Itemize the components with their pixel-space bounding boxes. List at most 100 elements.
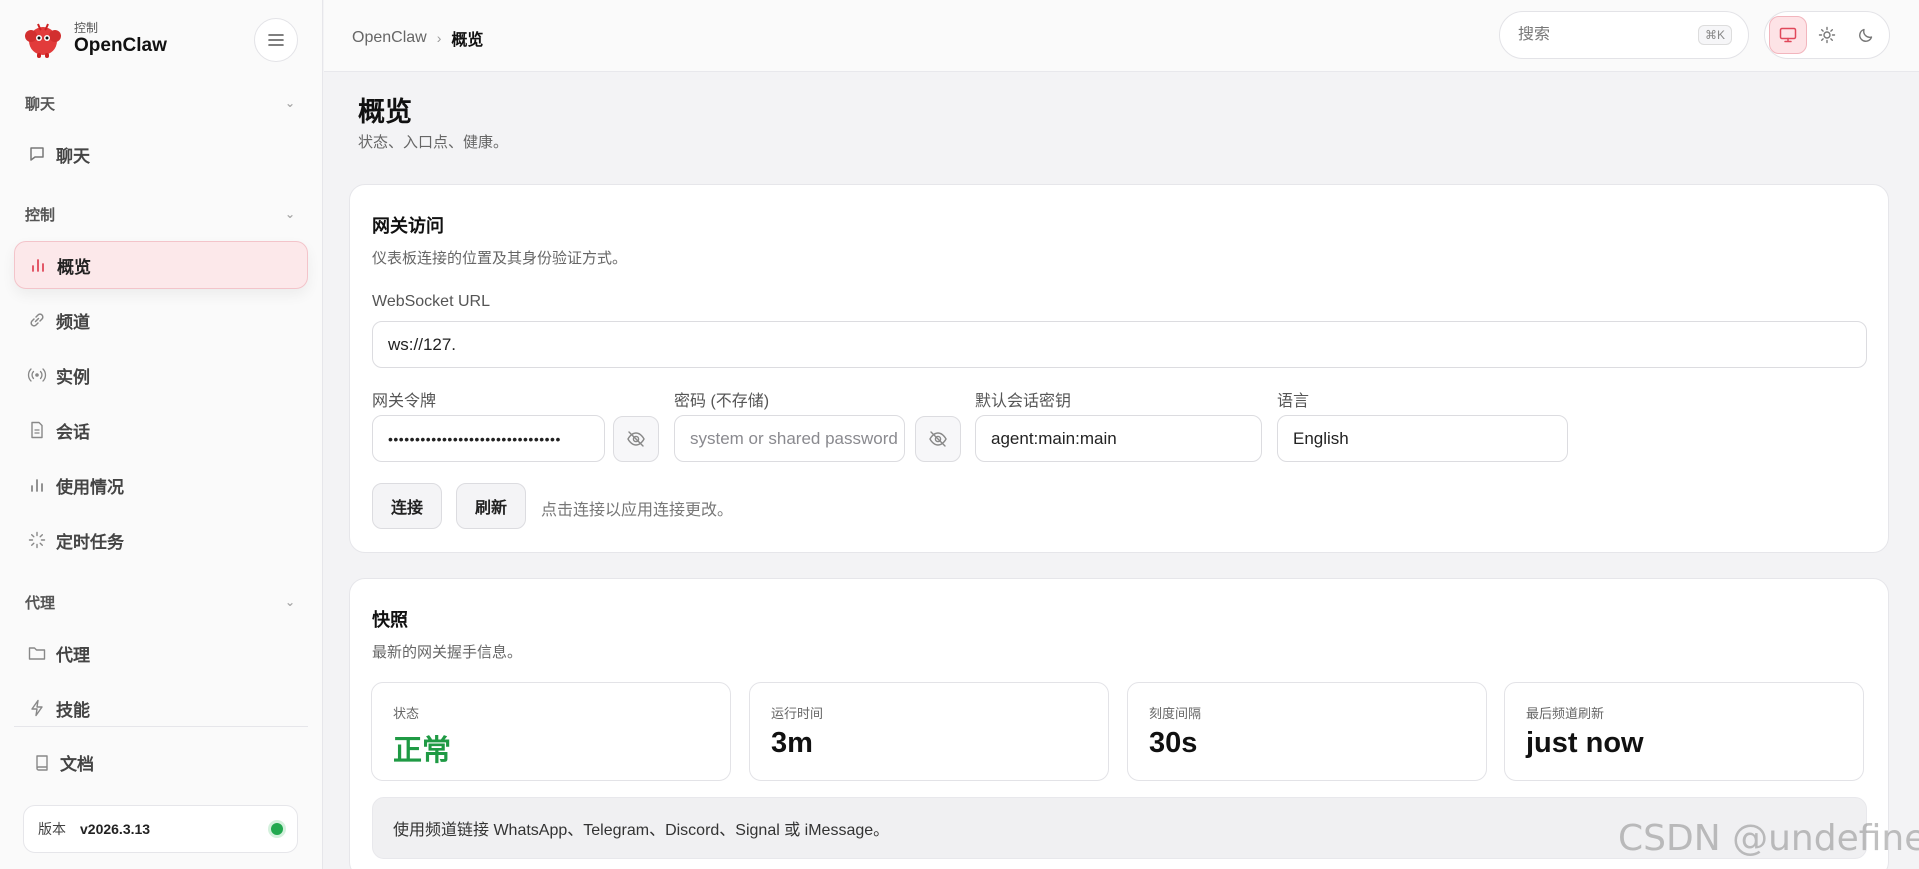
bar-chart-icon bbox=[26, 474, 48, 496]
sidebar-item-label: 定时任务 bbox=[56, 532, 124, 552]
chevron-down-icon: ⌄ bbox=[284, 595, 295, 609]
websocket-url-label: WebSocket URL bbox=[372, 293, 490, 310]
card-subtitle: 仪表板连接的位置及其身份验证方式。 bbox=[372, 250, 628, 267]
stat-label: 刻度间隔 bbox=[1149, 706, 1202, 721]
version-label: 版本 bbox=[38, 821, 66, 837]
stat-uptime: 运行时间 3m bbox=[749, 682, 1109, 781]
breadcrumb: OpenClaw › 概览 bbox=[352, 26, 483, 50]
moon-icon bbox=[1859, 28, 1873, 42]
sidebar-item-label: 技能 bbox=[56, 700, 90, 720]
stat-status: 状态 正常 bbox=[371, 682, 731, 781]
card-subtitle: 最新的网关握手信息。 bbox=[372, 644, 523, 661]
sidebar-item-chat[interactable]: 聊天 bbox=[14, 130, 308, 178]
gateway-access-card: 网关访问 仪表板连接的位置及其身份验证方式。 WebSocket URL ws:… bbox=[349, 184, 1889, 553]
sidebar-item-agents[interactable]: 代理 bbox=[14, 629, 308, 677]
stat-value: 3m bbox=[771, 727, 813, 759]
lightning-icon bbox=[26, 697, 48, 719]
link-icon bbox=[26, 309, 48, 331]
eye-off-icon bbox=[627, 431, 645, 447]
sidebar-item-usage[interactable]: 使用情况 bbox=[14, 461, 308, 509]
section-label: 控制 bbox=[25, 206, 56, 224]
chevron-down-icon: ⌄ bbox=[284, 207, 295, 221]
section-label: 聊天 bbox=[25, 95, 56, 113]
connect-hint: 点击连接以应用连接更改。 bbox=[541, 502, 734, 519]
section-control[interactable]: 控制 ⌄ bbox=[25, 204, 295, 224]
search-shortcut-badge: ⌘K bbox=[1697, 25, 1732, 45]
section-chat[interactable]: 聊天 ⌄ bbox=[25, 93, 295, 113]
chat-icon bbox=[26, 143, 48, 165]
stat-label: 运行时间 bbox=[771, 706, 824, 721]
eye-off-icon bbox=[929, 431, 947, 447]
brand-subtitle: 控制 bbox=[74, 21, 99, 35]
version-value: v2026.3.13 bbox=[80, 821, 151, 837]
breadcrumb-separator-icon: › bbox=[436, 30, 442, 46]
refresh-button[interactable]: 刷新 bbox=[456, 483, 526, 529]
gateway-token-label: 网关令牌 bbox=[372, 393, 437, 410]
section-label: 代理 bbox=[25, 594, 56, 612]
language-select[interactable]: English bbox=[1277, 415, 1568, 462]
brand[interactable]: 控制 OpenClaw bbox=[22, 18, 167, 60]
status-dot bbox=[271, 823, 283, 835]
session-key-input[interactable]: agent:main:main bbox=[975, 415, 1262, 462]
toggle-token-visibility-button[interactable] bbox=[613, 416, 659, 462]
sidebar: 控制 OpenClaw 聊天 ⌄ 聊天 控制 ⌄ 概览 频道 实例 会话 使用情… bbox=[0, 0, 323, 869]
search-input[interactable] bbox=[1518, 26, 1678, 44]
bar-chart-icon bbox=[27, 254, 49, 276]
theme-switcher bbox=[1764, 11, 1890, 59]
theme-light-button[interactable] bbox=[1808, 16, 1846, 54]
theme-dark-button[interactable] bbox=[1847, 16, 1885, 54]
theme-system-button[interactable] bbox=[1769, 16, 1807, 54]
sidebar-item-sessions[interactable]: 会话 bbox=[14, 406, 308, 454]
password-input[interactable]: system or shared password bbox=[674, 415, 905, 462]
password-label: 密码 (不存储) bbox=[674, 393, 770, 410]
sidebar-item-label: 使用情况 bbox=[56, 477, 124, 497]
search-box[interactable]: ⌘K bbox=[1499, 11, 1749, 59]
page-title: 概览 bbox=[358, 97, 412, 127]
sidebar-item-channels[interactable]: 频道 bbox=[14, 296, 308, 344]
websocket-url-input[interactable]: ws://127. bbox=[372, 321, 1867, 368]
connect-button[interactable]: 连接 bbox=[372, 483, 442, 529]
sidebar-item-docs[interactable]: 文档 bbox=[34, 750, 94, 775]
broadcast-icon bbox=[26, 364, 48, 386]
topbar: OpenClaw › 概览 ⌘K bbox=[324, 0, 1919, 72]
card-title: 快照 bbox=[372, 610, 408, 630]
docs-label: 文档 bbox=[60, 755, 94, 774]
sun-icon bbox=[1818, 26, 1836, 44]
sidebar-item-instances[interactable]: 实例 bbox=[14, 351, 308, 399]
toggle-password-visibility-button[interactable] bbox=[915, 416, 961, 462]
sidebar-item-skills[interactable]: 技能 bbox=[14, 684, 308, 732]
menu-icon bbox=[268, 34, 284, 46]
chevron-down-icon: ⌄ bbox=[284, 96, 295, 110]
document-icon bbox=[26, 419, 48, 441]
page-subtitle: 状态、入口点、健康。 bbox=[358, 134, 509, 151]
brand-name: OpenClaw bbox=[74, 35, 167, 56]
openclaw-logo-icon bbox=[25, 23, 61, 58]
stat-label: 状态 bbox=[393, 706, 420, 721]
monitor-icon bbox=[1779, 27, 1797, 43]
sidebar-item-cron[interactable]: 定时任务 bbox=[14, 516, 308, 564]
stat-last-channel-refresh: 最后频道刷新 just now bbox=[1504, 682, 1864, 781]
sidebar-item-overview[interactable]: 概览 bbox=[14, 241, 308, 289]
sidebar-toggle-button[interactable] bbox=[254, 18, 298, 62]
sidebar-divider bbox=[14, 726, 308, 727]
sidebar-item-label: 频道 bbox=[56, 312, 90, 332]
gateway-token-input[interactable]: •••••••••••••••••••••••••••••••• bbox=[372, 415, 605, 462]
sidebar-item-label: 代理 bbox=[56, 645, 90, 665]
watermark: CSDN @undefined bbox=[1618, 818, 1919, 859]
folder-icon bbox=[26, 642, 48, 664]
stat-label: 最后频道刷新 bbox=[1526, 706, 1605, 721]
sidebar-item-label: 概览 bbox=[57, 257, 91, 277]
section-agents[interactable]: 代理 ⌄ bbox=[25, 592, 295, 612]
stat-tick-interval: 刻度间隔 30s bbox=[1127, 682, 1487, 781]
card-title: 网关访问 bbox=[372, 216, 444, 236]
sidebar-item-label: 会话 bbox=[56, 422, 90, 442]
loader-icon bbox=[26, 529, 48, 551]
sidebar-item-label: 实例 bbox=[56, 367, 90, 387]
sidebar-item-label: 聊天 bbox=[56, 146, 90, 166]
session-key-label: 默认会话密钥 bbox=[975, 393, 1072, 410]
language-label: 语言 bbox=[1277, 393, 1310, 410]
book-icon bbox=[34, 754, 50, 772]
version-card: 版本 v2026.3.13 bbox=[23, 805, 298, 853]
stat-value: 正常 bbox=[393, 735, 452, 767]
breadcrumb-root[interactable]: OpenClaw bbox=[352, 29, 427, 47]
